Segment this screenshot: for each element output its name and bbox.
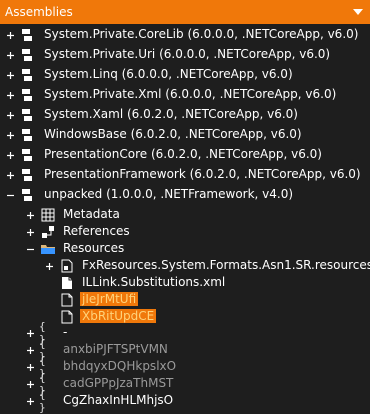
assembly-icon	[19, 167, 35, 183]
assembly-icon	[19, 127, 35, 143]
file-icon	[59, 292, 75, 308]
tree-item-label: WindowsBase (6.0.2.0, .NETCoreApp, v6.0)	[44, 127, 302, 141]
expand-icon[interactable]	[24, 378, 36, 390]
panel-title: Assemblies	[5, 5, 73, 19]
tree-item-label: CgZhaxInHLMhjsO	[63, 393, 174, 407]
expand-icon[interactable]	[4, 129, 16, 141]
assembly-icon	[19, 187, 35, 203]
tree-item-label: System.Private.Xml (6.0.0.0, .NETCoreApp…	[44, 87, 337, 101]
expand-icon[interactable]	[24, 344, 36, 356]
tree-item-label: Resources	[63, 241, 125, 255]
assembly-icon	[19, 47, 35, 63]
assembly-icon	[19, 87, 35, 103]
expand-icon[interactable]	[4, 89, 16, 101]
expand-icon[interactable]	[24, 395, 36, 407]
tree-item-label: FxResources.System.Formats.Asn1.SR.resou…	[82, 258, 370, 272]
file-icon	[59, 275, 75, 291]
highlighted-label: jIeJrMtUfi	[80, 292, 139, 306]
collapse-icon[interactable]	[4, 189, 16, 201]
expand-icon[interactable]	[4, 149, 16, 161]
expand-icon[interactable]	[4, 109, 16, 121]
panel-dropdown-icon[interactable]	[350, 4, 366, 20]
file-icon	[59, 309, 75, 325]
tree-item-label: bhdqyxDQHkpslxO	[63, 359, 177, 373]
expand-icon[interactable]	[24, 327, 36, 339]
collapse-icon[interactable]	[24, 243, 36, 255]
tree-item-label: anxbiPJFTSPtVMN	[63, 342, 168, 356]
assembly-icon	[19, 27, 35, 43]
expand-icon[interactable]	[4, 69, 16, 81]
expand-icon[interactable]	[24, 209, 36, 221]
tree-item-label: XbRitUpdCE	[80, 308, 157, 325]
assembly-icon	[19, 107, 35, 123]
tree-item-label: Metadata	[63, 207, 120, 221]
braces-icon: { }	[39, 371, 47, 397]
tree-item-label: System.Private.Uri (6.0.0.0, .NETCoreApp…	[44, 47, 331, 61]
expand-icon[interactable]	[24, 361, 36, 373]
tree-item-label: unpacked (1.0.0.0, .NETFramework, v4.0)	[44, 187, 294, 201]
tree-item-label: -	[63, 325, 68, 339]
braces-icon: { }	[39, 388, 47, 414]
expand-icon[interactable]	[43, 260, 55, 272]
tree-item-label: PresentationCore (6.0.2.0, .NETCoreApp, …	[44, 147, 322, 161]
highlighted-label: XbRitUpdCE	[80, 309, 157, 323]
tree-item-label: System.Linq (6.0.0.0, .NETCoreApp, v6.0)	[44, 67, 293, 81]
references-icon	[40, 224, 56, 240]
tree-item-label: System.Xaml (6.0.2.0, .NETCoreApp, v6.0)	[44, 107, 298, 121]
metadata-icon	[40, 207, 56, 223]
tree-item-label: PresentationFramework (6.0.2.0, .NETCore…	[44, 167, 361, 181]
folder-icon	[40, 241, 56, 257]
expand-icon[interactable]	[4, 49, 16, 61]
tree-item-label: References	[63, 224, 130, 238]
resource-file-icon	[59, 258, 75, 274]
tree-item-label: jIeJrMtUfi	[80, 291, 139, 308]
expand-icon[interactable]	[4, 169, 16, 181]
assemblies-header: Assemblies	[0, 0, 370, 24]
expand-icon[interactable]	[4, 29, 16, 41]
expand-icon[interactable]	[24, 226, 36, 238]
assembly-icon	[19, 147, 35, 163]
tree-item-label: cadGPPpJzaThMST	[63, 376, 174, 390]
tree-item-label: System.Private.CoreLib (6.0.0.0, .NETCor…	[44, 27, 359, 41]
tree-item-label: ILLink.Substitutions.xml	[82, 275, 226, 289]
assembly-icon	[19, 67, 35, 83]
